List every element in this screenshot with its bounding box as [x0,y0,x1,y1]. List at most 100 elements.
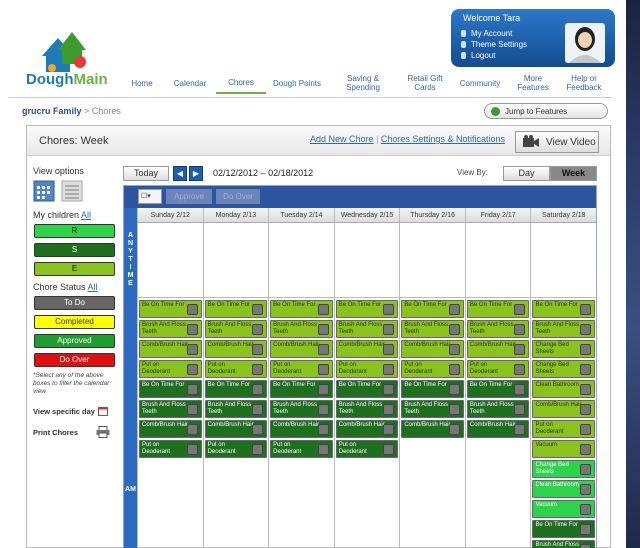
chore-checkbox[interactable] [317,384,329,395]
select-all-dropdown[interactable]: ☐▾ [138,189,162,204]
chore-checkbox[interactable] [252,444,264,455]
chore-checkbox[interactable] [383,324,395,335]
chore-checkbox[interactable] [448,324,460,335]
anytime-cell[interactable] [334,223,400,298]
print-chores-link[interactable]: Print Chores [33,426,117,438]
chore-checkbox[interactable] [317,424,329,435]
chore-item[interactable]: Be On Time For [466,300,530,318]
day-view-button[interactable]: Day [503,166,550,181]
chore-checkbox[interactable] [186,324,198,335]
chore-item[interactable]: Be On Time For [335,300,399,318]
chore-item[interactable]: Comb/Brush Hair [139,340,202,358]
chore-item[interactable]: Be On Time For [204,380,268,398]
chore-item[interactable]: Be On Time For [335,380,399,398]
chore-checkbox[interactable] [448,384,460,395]
chore-item[interactable]: Brush And Floss Teeth [139,320,202,338]
chore-item[interactable]: Brush And Floss Teeth [532,320,596,338]
chore-item[interactable]: Brush And Floss Teeth [335,400,399,418]
chore-item[interactable]: Comb/Brush Hair [270,340,333,358]
child-filter-s[interactable]: S [34,243,115,257]
chore-item[interactable]: Brush And Floss Teeth [270,320,333,338]
chore-item[interactable]: Brush And Floss Teeth [204,320,268,338]
chore-item[interactable]: Change Bed Sheets [532,360,596,378]
anytime-cell[interactable] [465,223,531,298]
status-filter-approved[interactable]: Approved [34,334,115,348]
anytime-cell[interactable] [203,223,269,298]
calendar-view-icon[interactable] [33,180,55,202]
chore-checkbox[interactable] [383,404,395,415]
chore-checkbox[interactable] [252,424,264,435]
do-over-button[interactable]: Do Over [216,189,260,204]
chore-item[interactable]: Clean Bathroom [532,380,596,398]
prev-week-button[interactable]: ◀ [173,166,187,181]
chore-checkbox[interactable] [580,304,592,315]
chore-item[interactable]: Comb/Brush Hair [335,420,399,438]
chore-item[interactable]: Be On Time For [139,380,202,398]
status-all-link[interactable]: All [88,282,98,292]
chore-checkbox[interactable] [580,544,592,548]
chore-checkbox[interactable] [580,344,592,355]
chore-item[interactable]: Comb/Brush Hair [466,420,530,438]
status-filter-to-do[interactable]: To Do [34,296,115,310]
anytime-cell[interactable] [400,223,465,298]
nav-retail-gift-cards[interactable]: Retail Gift Cards [398,72,452,94]
chore-item[interactable]: Comb/Brush Hair [335,340,399,358]
chore-item[interactable]: Be On Time For [270,380,333,398]
chore-item[interactable]: Brush And Floss Teeth [466,400,530,418]
chore-item[interactable]: Vacuum [532,500,596,518]
chore-checkbox[interactable] [580,444,592,455]
chore-checkbox[interactable] [514,304,526,315]
list-view-icon[interactable] [61,180,83,202]
chore-item[interactable]: Put on Deoderant [139,440,202,458]
chore-checkbox[interactable] [580,484,592,495]
nav-saving-spending[interactable]: Saving & Spending [328,72,398,94]
doughmain-logo[interactable]: DoughMain [24,28,120,90]
chore-item[interactable]: Comb/Brush Hair [401,420,464,438]
nav-home[interactable]: Home [120,72,164,94]
chore-item[interactable]: Comb/Brush Hair [466,340,530,358]
chore-checkbox[interactable] [252,384,264,395]
chore-item[interactable]: Comb/Brush Hair [204,340,268,358]
chore-item[interactable]: Change Bed Sheets [532,340,596,358]
chore-checkbox[interactable] [383,424,395,435]
chore-item[interactable]: Comb/Brush Hair [139,420,202,438]
jump-to-features-button[interactable]: Jump to Features [484,103,608,119]
today-button[interactable]: Today [123,166,169,181]
chore-item[interactable]: Put on Deoderant [532,420,596,438]
nav-community[interactable]: Community [452,72,508,94]
chore-item[interactable]: Be On Time For [532,300,596,318]
chore-item[interactable]: Be On Time For [270,300,333,318]
day-header[interactable]: Thursday 2/16 [399,208,465,222]
chore-item[interactable]: Brush And Floss Teeth [532,540,596,548]
chore-item[interactable]: Comb/Brush Hair [401,340,464,358]
chore-checkbox[interactable] [580,384,592,395]
chore-item[interactable]: Brush And Floss Teeth [401,320,464,338]
chore-checkbox[interactable] [580,464,592,475]
chore-checkbox[interactable] [252,324,264,335]
chore-checkbox[interactable] [186,424,198,435]
chore-checkbox[interactable] [383,304,395,315]
chore-checkbox[interactable] [580,524,592,535]
chore-checkbox[interactable] [186,304,198,315]
child-filter-r[interactable]: R [34,224,115,238]
chore-item[interactable]: Put on Deoderant [204,360,268,378]
chore-item[interactable]: Put on Deoderant [270,360,333,378]
chore-checkbox[interactable] [514,404,526,415]
anytime-cell[interactable] [531,223,597,298]
chore-item[interactable]: Be On Time For [139,300,202,318]
chore-checkbox[interactable] [580,404,592,415]
chore-settings-link[interactable]: Chores Settings & Notifications [381,134,505,144]
status-filter-do-over[interactable]: Do Over [34,353,115,367]
avatar[interactable] [565,23,605,63]
chore-checkbox[interactable] [448,344,460,355]
chore-item[interactable]: Vacuum [532,440,596,458]
add-new-chore-link[interactable]: Add New Chore [310,134,374,144]
chore-item[interactable]: Put on Deoderant [335,440,399,458]
chore-checkbox[interactable] [448,364,460,375]
nav-chores[interactable]: Chores [216,72,266,94]
nav-help-feedback[interactable]: Help or Feedback [558,72,610,94]
chore-checkbox[interactable] [186,344,198,355]
chore-checkbox[interactable] [580,424,592,435]
anytime-cell[interactable] [269,223,334,298]
chore-item[interactable]: Brush And Floss Teeth [270,400,333,418]
